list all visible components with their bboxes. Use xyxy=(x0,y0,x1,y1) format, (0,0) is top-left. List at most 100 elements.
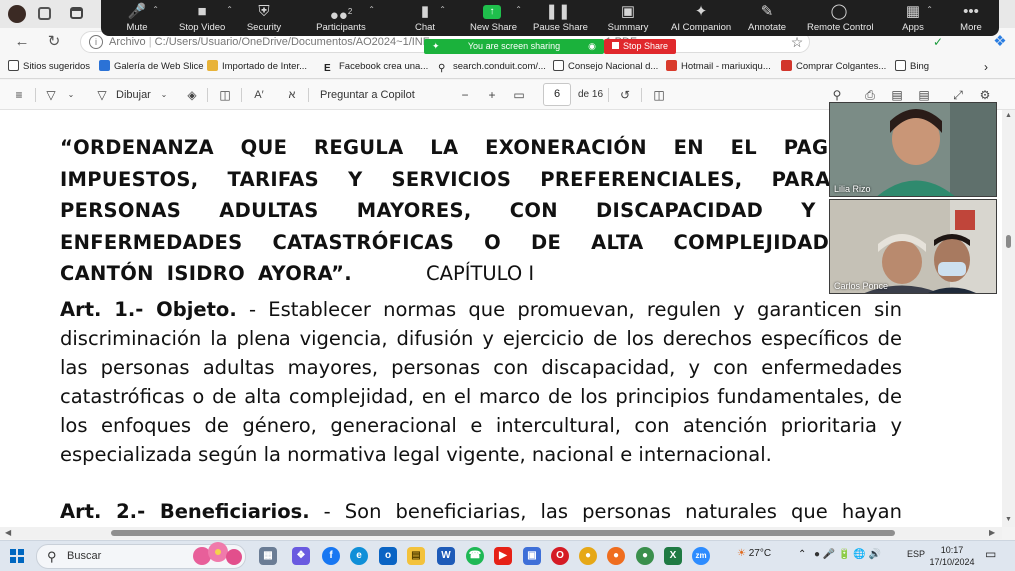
scroll-down-arrow-icon[interactable]: ▼ xyxy=(1005,516,1012,523)
file-explorer-icon[interactable]: ▤ xyxy=(407,547,425,565)
apps-button[interactable]: ▦ Apps ⌃ xyxy=(901,0,933,36)
task-view-icon[interactable]: ▦ xyxy=(259,547,277,565)
bookmark-item[interactable]: ⚲ search.conduit.com/... xyxy=(438,59,546,75)
chrome-profile-icon[interactable]: ● xyxy=(636,547,654,565)
summary-button[interactable]: ▣ Summary xyxy=(606,0,650,36)
chevron-right-icon[interactable]: › xyxy=(984,59,988,75)
tab-actions-icon[interactable] xyxy=(70,7,83,19)
text-box-icon[interactable]: ◫ xyxy=(217,87,233,103)
draw-icon[interactable]: ▽ xyxy=(94,87,110,103)
ask-copilot-button[interactable]: Preguntar a Copilot xyxy=(320,87,415,103)
bookmark-item[interactable]: Hotmail - mariuxiqu... xyxy=(666,59,771,75)
annotate-button[interactable]: ✎ Annotate xyxy=(748,0,786,36)
translate-icon[interactable]: א xyxy=(284,87,300,103)
participants-button[interactable]: ●●2 Participants ⌃ xyxy=(315,0,375,36)
participant-video-tile[interactable]: Lilia Rizo xyxy=(829,102,997,197)
chat-button[interactable]: ▮ Chat ⌃ xyxy=(412,0,446,36)
save-icon[interactable]: ▤ xyxy=(889,87,905,103)
scroll-thumb[interactable] xyxy=(111,530,895,536)
screen-sharing-indicator[interactable]: ✦ You are screen sharing ◉ xyxy=(424,39,604,54)
scroll-right-arrow-icon[interactable]: ▶ xyxy=(989,528,995,537)
info-icon[interactable]: i xyxy=(89,35,103,49)
edge-browser-icon[interactable]: e xyxy=(350,547,368,565)
back-icon[interactable]: ← xyxy=(12,32,32,52)
pause-share-button[interactable]: ❚❚ Pause Share xyxy=(533,0,588,36)
settings-gear-icon[interactable]: ⚙ xyxy=(977,87,993,103)
facebook-icon[interactable]: f xyxy=(322,547,340,565)
horizontal-scrollbar[interactable]: ◀ ▶ xyxy=(0,527,1002,539)
participant-video-tile[interactable]: Carlos Ponce xyxy=(829,199,997,294)
system-tray-icons[interactable]: ● 🎤 🔋 🌐 🔊 xyxy=(814,549,881,560)
bookmark-item[interactable]: Galería de Web Slice xyxy=(99,59,204,75)
security-button[interactable]: ⛨ Security xyxy=(246,0,282,36)
eraser-icon[interactable]: ◈ xyxy=(184,87,200,103)
draw-button[interactable]: Dibujar xyxy=(116,87,151,103)
scroll-up-arrow-icon[interactable]: ▲ xyxy=(1005,112,1012,119)
vertical-scrollbar[interactable]: ▲ ▼ xyxy=(1002,110,1015,527)
zoom-out-icon[interactable]: − xyxy=(457,87,473,103)
chevron-up-icon[interactable]: ⌃ xyxy=(152,5,159,14)
search-icon[interactable]: ⚲ xyxy=(829,87,845,103)
stop-share-button[interactable]: Stop Share xyxy=(604,39,676,54)
weather-widget[interactable]: ☀ 27°C xyxy=(737,548,771,559)
new-share-button[interactable]: ↑ New Share ⌃ xyxy=(470,0,522,36)
chevron-down-icon[interactable]: ⌄ xyxy=(156,87,172,103)
chevron-up-icon[interactable]: ⌃ xyxy=(926,5,933,14)
page-view-icon[interactable]: ◫ xyxy=(651,87,667,103)
chevron-up-icon[interactable]: ⌃ xyxy=(368,5,375,14)
chevron-down-icon[interactable]: ⌄ xyxy=(63,87,79,103)
page-number-input[interactable]: 6 xyxy=(543,83,571,106)
article-1-paragraph: Art. 1.- Objeto. - Establecer normas que… xyxy=(60,295,902,469)
fullscreen-icon[interactable]: ⤢ xyxy=(950,87,966,103)
chevron-up-icon[interactable]: ⌃ xyxy=(226,5,233,14)
bookmark-item[interactable]: Comprar Colgantes... xyxy=(781,59,886,75)
zoom-app-icon[interactable]: zm xyxy=(692,547,710,565)
profile-avatar-icon[interactable] xyxy=(8,5,26,23)
youtube-icon[interactable]: ▶ xyxy=(494,547,512,565)
copilot-app-icon[interactable]: ❖ xyxy=(292,547,310,565)
save-as-icon[interactable]: ▤ xyxy=(916,87,932,103)
zoom-in-icon[interactable]: + xyxy=(484,87,500,103)
bookmark-item[interactable]: Sitios sugeridos xyxy=(8,59,90,75)
mouse-icon: ◯ xyxy=(830,3,848,20)
excel-icon[interactable]: X xyxy=(664,547,682,565)
refresh-icon[interactable]: ↻ xyxy=(44,32,64,52)
chevron-up-icon[interactable]: ⌃ xyxy=(515,5,522,14)
bookmark-item[interactable]: Bing xyxy=(895,59,929,75)
search-icon: ⚲ xyxy=(438,63,446,74)
more-button[interactable]: ••• More xyxy=(958,0,984,36)
divider xyxy=(241,88,242,102)
microphone-icon: 🎤 xyxy=(127,3,147,20)
notifications-icon[interactable]: ▭ xyxy=(985,547,996,561)
firefox-icon[interactable]: ● xyxy=(607,547,625,565)
windows-start-icon[interactable] xyxy=(10,549,24,563)
more-dots-icon: ••• xyxy=(963,3,979,20)
highlight-icon[interactable]: ▽ xyxy=(43,87,59,103)
chevron-up-icon[interactable]: ⌃ xyxy=(439,5,446,14)
photos-app-icon[interactable]: ▣ xyxy=(523,547,541,565)
read-aloud-icon[interactable]: A′ xyxy=(251,87,267,103)
remote-control-button[interactable]: ◯ Remote Control xyxy=(807,0,874,36)
mute-button[interactable]: 🎤 Mute ⌃ xyxy=(123,0,159,36)
opera-icon[interactable]: O xyxy=(551,547,569,565)
outlook-icon[interactable]: o xyxy=(379,547,397,565)
system-clock[interactable]: 10:17 17/10/2024 xyxy=(928,544,976,568)
print-icon[interactable]: ⎙ xyxy=(862,87,878,103)
chevron-up-icon[interactable]: ⌃ xyxy=(798,549,806,560)
workspaces-icon[interactable] xyxy=(38,7,51,20)
chrome-icon[interactable]: ● xyxy=(579,547,597,565)
bookmark-item[interactable]: Consejo Nacional d... xyxy=(553,59,658,75)
fit-page-icon[interactable]: ▭ xyxy=(511,87,527,103)
bookmark-folder[interactable]: Importado de Inter... xyxy=(207,59,307,75)
word-icon[interactable]: W xyxy=(437,547,455,565)
sparkle-icon: ✦ xyxy=(694,3,708,20)
ai-companion-button[interactable]: ✦ AI Companion xyxy=(671,0,731,36)
contents-list-icon[interactable]: ≡ xyxy=(11,87,27,103)
rotate-icon[interactable]: ↺ xyxy=(617,87,633,103)
stop-video-button[interactable]: ■ Stop Video ⌃ xyxy=(179,0,233,36)
language-indicator[interactable]: ESP xyxy=(907,549,925,559)
whatsapp-icon[interactable]: ☎ xyxy=(466,547,484,565)
scroll-left-arrow-icon[interactable]: ◀ xyxy=(5,528,11,537)
scroll-thumb[interactable] xyxy=(1006,235,1011,248)
bookmark-item[interactable]: E Facebook crea una... xyxy=(324,59,428,75)
